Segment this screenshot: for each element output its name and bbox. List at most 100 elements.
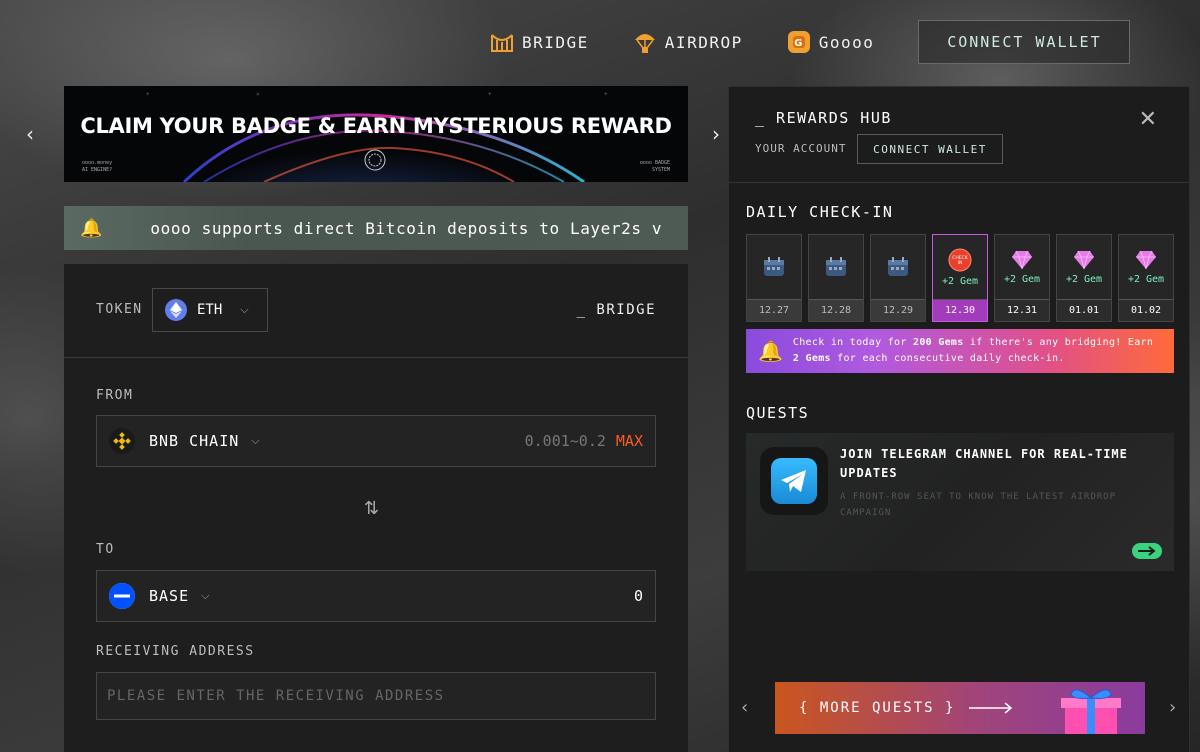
receiving-address-label: RECEIVING ADDRESS <box>96 644 255 659</box>
calendar-icon <box>826 257 846 276</box>
checkin-day: 12.27 <box>746 234 802 322</box>
quest-subtitle: A FRONT-ROW SEAT TO KNOW THE LATEST AIRD… <box>840 492 1116 518</box>
nav-bridge[interactable]: BRIDGE <box>490 30 589 54</box>
gem-icon <box>1074 250 1094 269</box>
bell-icon: 🔔 <box>758 339 783 363</box>
chevron-right-icon[interactable]: › <box>1169 697 1176 718</box>
max-button[interactable]: MAX <box>616 432 643 450</box>
calendar-icon <box>764 257 784 276</box>
gem-reward: +2 Gem <box>1127 273 1165 285</box>
nav-airdrop-label: AIRDROP <box>664 32 743 52</box>
receive-amount: 0 <box>633 587 643 605</box>
telegram-icon <box>771 458 817 504</box>
checkin-date: 01.01 <box>1057 299 1111 321</box>
receiving-address-input[interactable] <box>96 672 656 720</box>
chevron-down-icon: ⌵ <box>251 434 260 447</box>
bridge-card: TOKEN ETH ⌵ _ BRIDGE FROM BNB CHAIN ⌵ 0.… <box>64 264 688 752</box>
quest-go-button[interactable] <box>1132 543 1162 559</box>
daily-checkin-title: DAILY CHECK-IN <box>746 203 894 221</box>
checkin-date: 12.28 <box>809 299 863 321</box>
rewards-connect-wallet-button[interactable]: CONNECT WALLET <box>857 134 1003 164</box>
checkin-day-today[interactable]: CHECK IN +2 Gem 12.30 <box>932 234 988 322</box>
nav-goooo-label: Goooo <box>818 32 875 52</box>
checkin-day: +2 Gem 01.01 <box>1056 234 1112 322</box>
checkin-date: 12.31 <box>995 299 1049 321</box>
checkin-date: 12.27 <box>747 299 801 321</box>
bell-icon: 🔔 <box>80 217 103 239</box>
checkin-date: 12.30 <box>933 299 987 321</box>
rewards-hub-panel: _ REWARDS HUB ✕ YOUR ACCOUNT CONNECT WAL… <box>728 86 1190 752</box>
svg-text:+: + <box>604 91 608 98</box>
checkin-day: +2 Gem 01.02 <box>1118 234 1174 322</box>
to-chain-field[interactable]: BASE ⌵ 0 <box>96 570 656 622</box>
checkin-info-text: Check in today for 200 Gems if there's a… <box>792 337 1154 364</box>
more-quests-label: { MORE QUESTS } <box>799 700 956 716</box>
token-value: ETH <box>197 302 223 318</box>
long-arrow-right-icon <box>969 702 1013 714</box>
from-chain-name: BNB CHAIN <box>149 432 240 450</box>
banner-footnote-left: oooo.money AI ENGINE? <box>82 160 113 173</box>
gem-reward: +2 Gem <box>941 275 979 287</box>
checkin-day: +2 Gem 12.31 <box>994 234 1050 322</box>
rewards-hub-header: _ REWARDS HUB ✕ YOUR ACCOUNT CONNECT WAL… <box>729 87 1189 183</box>
amount-range: 0.001~0.2 <box>524 432 606 450</box>
svg-text:×: × <box>256 91 260 98</box>
gem-reward: +2 Gem <box>1003 273 1041 285</box>
top-nav: BRIDGE AIRDROP G Goooo CONNECT WALLET <box>490 20 1131 64</box>
from-label: FROM <box>96 388 134 403</box>
gem-icon <box>1012 250 1032 269</box>
eth-icon <box>165 299 187 321</box>
checkin-date: 12.29 <box>871 299 925 321</box>
telegram-icon-wrap <box>760 447 828 515</box>
nav-bridge-label: BRIDGE <box>522 32 589 52</box>
bridge-card-header: TOKEN ETH ⌵ _ BRIDGE <box>64 264 688 358</box>
quest-title: JOIN TELEGRAM CHANNEL FOR REAL-TIME UPDA… <box>840 447 1128 480</box>
token-label: TOKEN <box>96 302 143 317</box>
base-chain-icon <box>109 583 135 609</box>
to-chain-name: BASE <box>149 587 190 605</box>
promo-banner[interactable]: + × + + CLAIM YOUR BADGE & EARN MYSTERIO… <box>64 86 688 182</box>
gem-icon <box>1136 250 1156 269</box>
to-label: TO <box>96 542 115 557</box>
nav-airdrop[interactable]: AIRDROP <box>633 30 743 54</box>
chevron-right-icon[interactable]: › <box>712 122 720 146</box>
arrow-right-icon <box>1138 546 1156 556</box>
chevron-down-icon: ⌵ <box>201 589 210 602</box>
checkin-date: 01.02 <box>1119 299 1173 321</box>
ticker-text: oooo supports direct Bitcoin deposits to… <box>150 218 663 238</box>
from-chain-field[interactable]: BNB CHAIN ⌵ 0.001~0.2 MAX <box>96 415 656 467</box>
svg-text:+: + <box>146 91 150 98</box>
bnb-chain-icon <box>109 428 135 454</box>
announcement-ticker: 🔔 oooo supports direct Bitcoin deposits … <box>64 206 688 250</box>
gift-box-icon <box>1061 689 1121 734</box>
rewards-hub-title: _ REWARDS HUB <box>755 109 892 127</box>
svg-text:+: + <box>488 91 492 98</box>
quest-card-telegram[interactable]: JOIN TELEGRAM CHANNEL FOR REAL-TIME UPDA… <box>746 433 1174 571</box>
nav-goooo[interactable]: G Goooo <box>787 30 875 54</box>
checkin-info-bar: 🔔 Check in today for 200 Gems if there's… <box>746 329 1174 373</box>
chevron-down-icon: ⌵ <box>240 303 249 316</box>
calendar-icon <box>888 257 908 276</box>
swap-direction-icon[interactable]: ⇅ <box>364 498 379 519</box>
goooo-coin-icon: G <box>787 30 811 54</box>
checkin-day: 12.28 <box>808 234 864 322</box>
checkin-day: 12.29 <box>870 234 926 322</box>
check-in-button-icon: CHECKIN <box>948 248 972 271</box>
more-quests-button[interactable]: { MORE QUESTS } <box>775 682 1145 734</box>
bridge-icon <box>490 30 514 54</box>
chevron-left-icon[interactable]: ‹ <box>26 122 34 146</box>
token-select[interactable]: ETH ⌵ <box>152 288 268 332</box>
banner-title: CLAIM YOUR BADGE & EARN MYSTERIOUS REWAR… <box>80 114 672 138</box>
bridge-title: _ BRIDGE <box>576 302 656 318</box>
airdrop-icon <box>633 30 657 54</box>
account-label: YOUR ACCOUNT <box>755 142 847 155</box>
gem-reward: +2 Gem <box>1065 273 1103 285</box>
svg-text:G: G <box>794 38 804 49</box>
chevron-left-icon[interactable]: ‹ <box>741 697 748 718</box>
checkin-days: 12.27 12.28 12.29 CHECK IN +2 Gem 12.30 +… <box>746 234 1174 322</box>
quests-title: QUESTS <box>746 404 810 422</box>
connect-wallet-button[interactable]: CONNECT WALLET <box>918 20 1131 64</box>
svg-text:IN: IN <box>958 260 963 266</box>
banner-footnote-right: oooo BADGE SYSTEM <box>639 160 670 173</box>
close-icon[interactable]: ✕ <box>1139 107 1157 132</box>
